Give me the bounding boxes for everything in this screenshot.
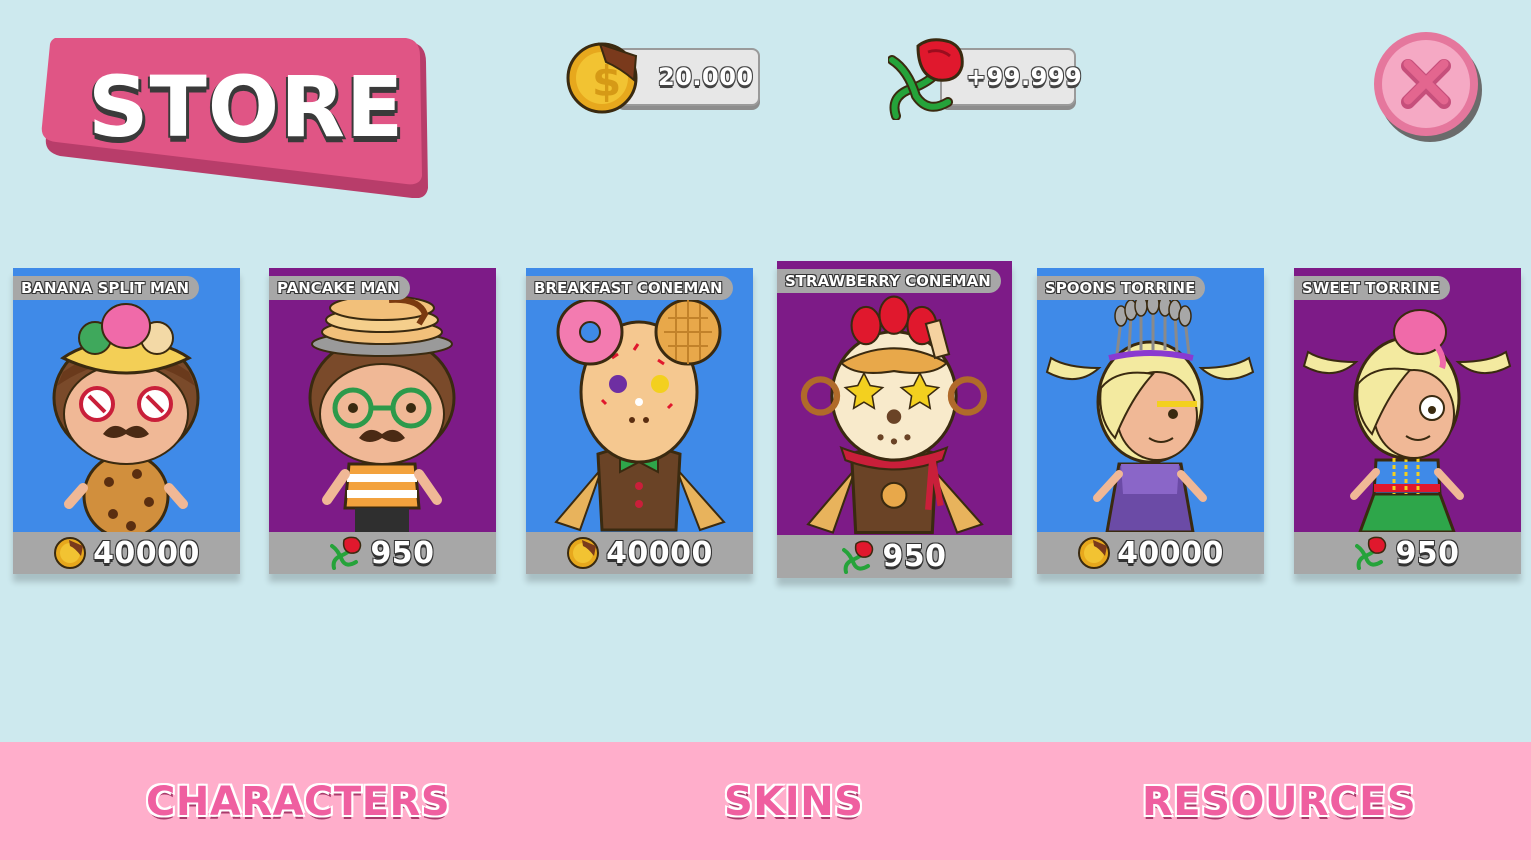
coin-balance-value: 20.000 [658,63,754,91]
tab-skins[interactable]: SKINS [724,772,863,832]
card-price-value: 950 [882,539,947,574]
tab-resources[interactable]: RESOURCES [1142,772,1416,832]
coin-icon [566,536,600,570]
strawberry-coneman-image [800,295,988,535]
card-name: STRAWBERRY CONEMAN [777,269,1001,293]
card-name: BREAKFAST CONEMAN [526,276,733,300]
card-price: 950 [1294,532,1521,574]
card-art [777,261,1012,535]
card-name: SPOONS TORRINE [1037,276,1206,300]
tab-characters[interactable]: CHARACTERS [146,772,450,832]
card-art [269,268,496,532]
pancake-man-image [308,295,456,532]
breakfast-coneman-image [554,298,726,532]
character-card-spoons-torrine[interactable]: SPOONS TORRINE 40000 [1037,268,1264,574]
coin-icon: $ [566,38,646,122]
rose-icon [1355,536,1389,570]
store-banner: STORE [40,38,428,198]
card-price: 40000 [13,532,240,574]
character-card-sweet-torrine[interactable]: SWEET TORRINE 950 [1294,268,1521,574]
card-price-value: 950 [370,535,435,571]
card-price-value: 40000 [93,535,200,571]
card-art [13,268,240,532]
rose-icon [842,540,876,574]
card-art [1294,268,1521,532]
page-title: STORE [88,58,405,156]
coin-icon [1077,536,1111,570]
card-price: 40000 [1037,532,1264,574]
character-card-pancake-man[interactable]: PANCAKE MAN 950 [269,268,496,574]
sweet-torrine-image [1302,309,1512,532]
coin-balance: 20.000 $ [566,38,762,114]
spoons-torrine-image [1045,293,1255,532]
card-name: PANCAKE MAN [269,276,410,300]
rose-balance-value: +99.999 [966,63,1083,91]
card-price-value: 40000 [606,535,713,571]
card-art [1037,268,1264,532]
character-card-banana-split-man[interactable]: BANANA SPLIT MAN 40000 [13,268,240,574]
banana-split-man-image [52,303,200,532]
bottom-nav: CHARACTERS SKINS RESOURCES [0,742,1531,860]
card-price: 950 [777,535,1012,578]
rose-icon [887,38,970,124]
card-price: 950 [269,532,496,574]
character-card-strawberry-coneman[interactable]: STRAWBERRY CONEMAN 950 [777,261,1012,578]
rose-balance: +99.999 [887,38,1082,121]
card-price-value: 40000 [1117,535,1224,571]
card-price-value: 950 [1395,535,1460,571]
close-button[interactable] [1372,30,1484,142]
character-card-breakfast-coneman[interactable]: BREAKFAST CONEMAN 40000 [526,268,753,574]
card-name: SWEET TORRINE [1294,276,1450,300]
card-art [526,268,753,532]
coin-icon [53,536,87,570]
card-price: 40000 [526,532,753,574]
rose-icon [330,536,364,570]
card-name: BANANA SPLIT MAN [13,276,200,300]
